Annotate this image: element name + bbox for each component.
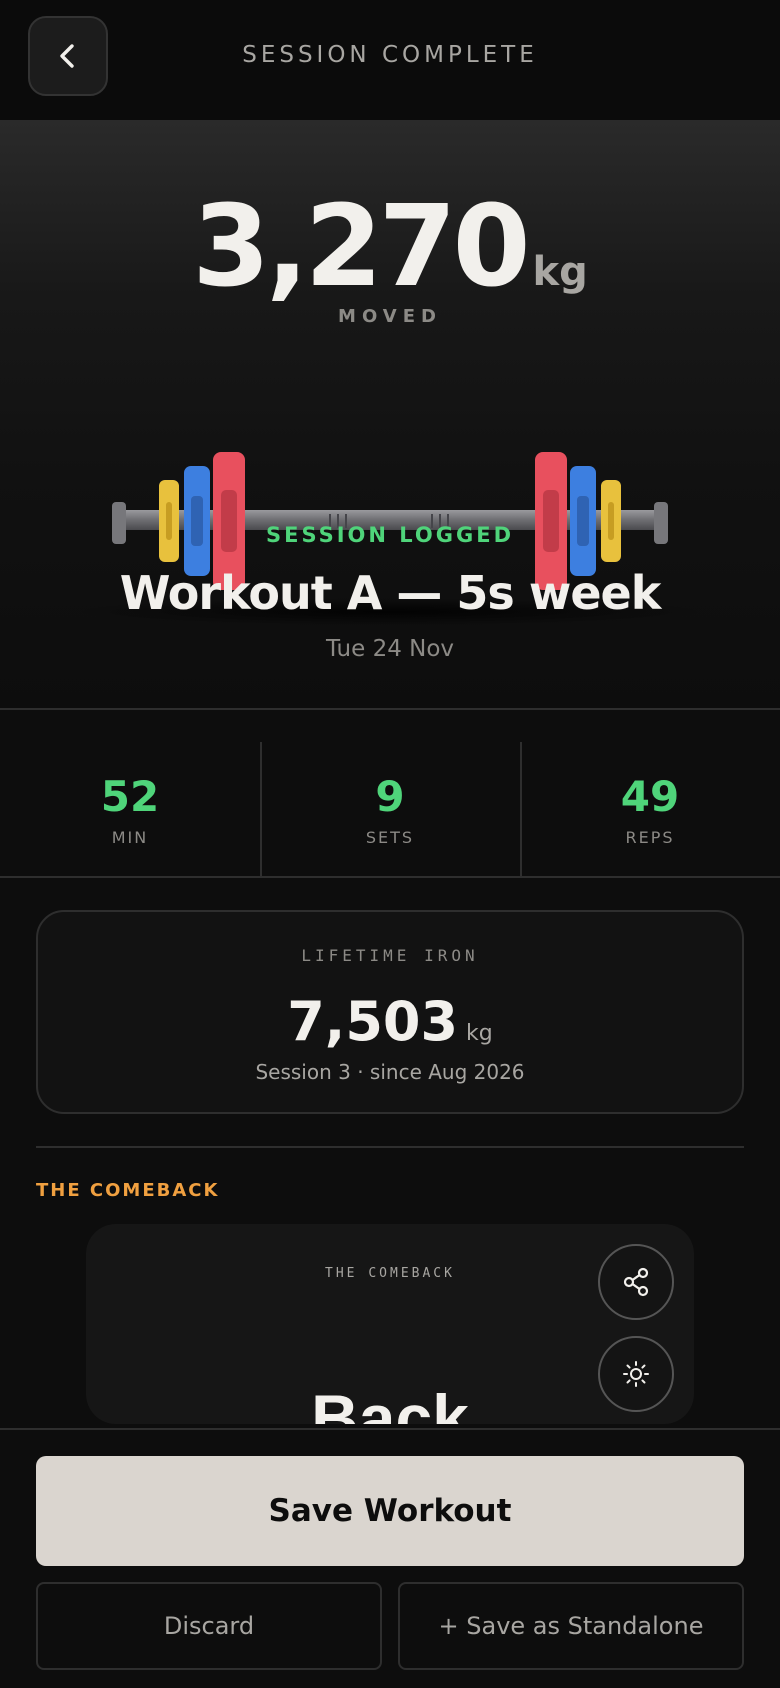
discard-button[interactable]: Discard (36, 1582, 382, 1670)
comeback-card[interactable]: THE COMEBACK Back (86, 1224, 694, 1424)
lifetime-total: 7,503 kg (38, 990, 742, 1053)
stat-reps: 49 REPS (520, 710, 780, 876)
stat-value: 52 (100, 772, 160, 821)
stat-value: 49 (620, 772, 680, 821)
total-weight-value: 3,270 (192, 182, 530, 312)
save-standalone-button[interactable]: + Save as Standalone (398, 1582, 744, 1670)
section-label: THE COMEBACK (36, 1180, 220, 1201)
stat-value: 9 (375, 772, 405, 821)
sun-icon (623, 1361, 649, 1387)
lifetime-card: LIFETIME IRON 7,503 kg Session 3 · since … (36, 910, 744, 1114)
bottom-action-bar: Save Workout Discard + Save as Standalon… (0, 1428, 780, 1688)
session-status: SESSION LOGGED (265, 523, 515, 547)
save-workout-button[interactable]: Save Workout (36, 1456, 744, 1566)
top-bar: SESSION COMPLETE (0, 0, 780, 120)
workout-title: Workout A — 5s week (119, 566, 662, 620)
share-button[interactable] (598, 1244, 674, 1320)
page-title: SESSION COMPLETE (242, 42, 538, 68)
stat-label: SETS (365, 828, 415, 847)
total-weight-unit: kg (532, 249, 588, 295)
hero-section: 3,270 kg MOVED SESSION LOGGED Workout A … (0, 120, 780, 708)
stat-label: MIN (111, 828, 149, 847)
divider (0, 876, 780, 878)
lifetime-unit: kg (466, 1021, 493, 1046)
stat-duration: 52 MIN (0, 710, 260, 876)
lifetime-subtitle: Session 3 · since Aug 2026 (255, 1060, 525, 1084)
stats-row: 52 MIN 9 SETS 49 REPS (0, 710, 780, 876)
stat-sets: 9 SETS (260, 710, 520, 876)
total-weight: 3,270 kg (0, 182, 780, 312)
lifetime-value: 7,503 (287, 990, 459, 1053)
theme-button[interactable] (598, 1336, 674, 1412)
workout-date: Tue 24 Nov (325, 636, 455, 662)
divider (36, 1146, 744, 1148)
share-icon (623, 1267, 649, 1297)
stat-label: REPS (625, 828, 675, 847)
lifetime-label: LIFETIME IRON (301, 946, 479, 965)
